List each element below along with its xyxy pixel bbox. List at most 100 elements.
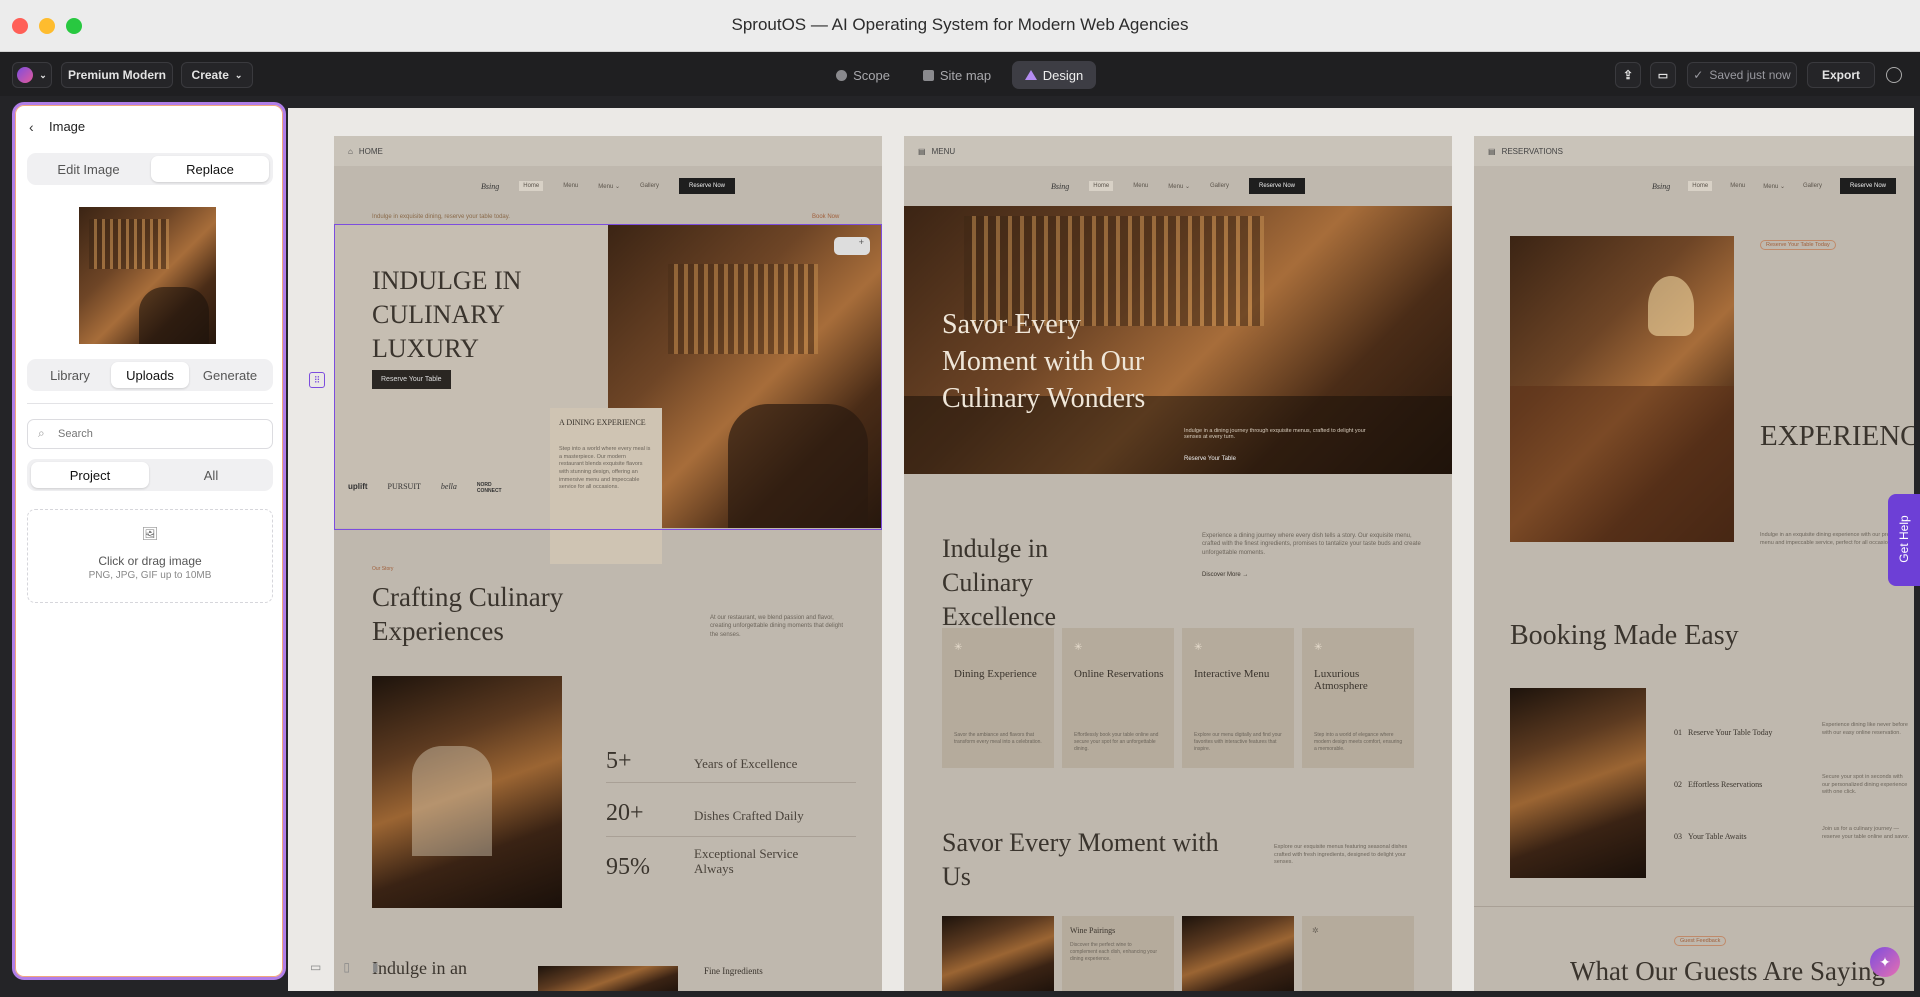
back-chevron-icon[interactable]: ‹	[29, 119, 34, 135]
desktop-icon[interactable]: ▭	[310, 960, 321, 974]
image-side-panel: ‹ Image Edit Image Replace Library Uploa…	[12, 102, 286, 980]
bar-shelves-image-detail	[89, 219, 169, 269]
menu-hero-button[interactable]: Reserve Your Table	[1184, 456, 1236, 462]
saved-status: ✓ Saved just now	[1687, 62, 1797, 88]
dropzone-title: Click or drag image	[98, 554, 202, 568]
nav-item-menu[interactable]: Menu	[1730, 183, 1745, 189]
booking-title: Booking Made Easy	[1510, 620, 1739, 651]
tab-scope[interactable]: Scope	[828, 61, 898, 89]
step-number: 01	[1674, 728, 1682, 737]
reserve-now-button[interactable]: Reserve Now	[1248, 178, 1305, 194]
image-toolbar-chip[interactable]: +	[834, 237, 870, 255]
frame-header: ⌂ HOME	[334, 136, 882, 166]
tab-all[interactable]: All	[153, 462, 269, 488]
frame-label: RESERVATIONS	[1501, 146, 1563, 156]
tab-uploads[interactable]: Uploads	[111, 362, 189, 388]
nav-item-gallery[interactable]: Gallery	[640, 183, 659, 189]
search-input[interactable]: ⌕	[27, 419, 273, 449]
nav-item-gallery[interactable]: Gallery	[1210, 183, 1229, 189]
step-text: Join us for a culinary journey — reserve…	[1822, 826, 1910, 840]
create-menu-button[interactable]: Create ⌄	[181, 62, 253, 88]
reservations-hero-title: EXPERIENCE CULINARY LUXURY	[1760, 420, 1914, 452]
intro-text: Experience a dining journey where every …	[1202, 533, 1421, 556]
tab-edit-image[interactable]: Edit Image	[31, 156, 146, 182]
drag-handle-icon[interactable]: ⠿	[309, 372, 325, 388]
booth-image	[1510, 236, 1734, 542]
upload-dropzone[interactable]: 🖼︎ Click or drag image PNG, JPG, GIF up …	[27, 509, 273, 603]
booking-image	[1510, 688, 1646, 878]
chef-figure-detail	[412, 746, 492, 856]
feature-card: ✳ Dining Experience Savor the ambiance a…	[942, 628, 1054, 768]
nav-item-menu[interactable]: Menu	[1133, 183, 1148, 189]
step-item: 02 Effortless Reservations	[1674, 780, 1762, 789]
search-icon: ⌕	[38, 426, 45, 440]
frame-reservations[interactable]: ▤ RESERVATIONS Bsing Home Menu Menu ⌄ Gal…	[1474, 136, 1914, 991]
status-circle-icon[interactable]	[1886, 67, 1902, 83]
settings-icon: ✲	[1312, 926, 1319, 935]
menu-hero-text: Indulge in a dining journey through exqu…	[1184, 428, 1366, 440]
divider	[27, 403, 273, 404]
search-field[interactable]	[58, 425, 258, 443]
get-help-label: Get Help	[1897, 515, 1911, 563]
tablet-icon[interactable]: ▯	[343, 960, 350, 974]
tab-generate[interactable]: Generate	[191, 362, 269, 388]
pendant-lamp-detail	[1648, 276, 1694, 336]
tab-site-map[interactable]: Site map	[913, 61, 1001, 89]
comments-button[interactable]: ▭	[1650, 62, 1676, 88]
menu-nav: Bsing Home Menu Menu ⌄ Gallery Reserve N…	[904, 166, 1452, 206]
device-switcher: ▭ ▯ ▮	[298, 952, 416, 982]
nav-item-gallery[interactable]: Gallery	[1803, 183, 1822, 189]
tab-label: Design	[1042, 67, 1084, 83]
story-title: Crafting Culinary Experiences	[372, 582, 564, 646]
divider	[606, 782, 856, 783]
wine-card: Wine Pairings Discover the perfect wine …	[1062, 916, 1174, 991]
workspace-menu-button[interactable]: ⌄	[12, 62, 52, 88]
saved-label: Saved just now	[1709, 68, 1791, 82]
nav-item-home[interactable]: Home	[519, 181, 544, 191]
nav-item-menu[interactable]: Menu	[563, 183, 578, 189]
tab-design[interactable]: Design	[1012, 61, 1096, 89]
sparkle-icon: ✳	[1194, 642, 1203, 653]
nav-item-menu-dropdown[interactable]: Menu ⌄	[598, 183, 620, 190]
circle-icon	[836, 69, 848, 81]
nav-item-home[interactable]: Home	[1688, 181, 1713, 191]
ai-assistant-button[interactable]: ✦	[1870, 947, 1900, 977]
card-text: Explore our menu digitally and find your…	[1194, 732, 1282, 752]
nav-item-home[interactable]: Home	[1089, 181, 1114, 191]
mobile-icon[interactable]: ▮	[372, 960, 379, 974]
next-section-label: Fine Ingredients	[704, 966, 763, 976]
next-section-image	[538, 966, 678, 991]
design-canvas[interactable]: ⌂ HOME Bsing Home Menu Menu ⌄ Gallery Res…	[288, 108, 1914, 991]
chef-image	[372, 676, 562, 908]
diners-image-detail	[139, 287, 209, 344]
divider	[1474, 906, 1914, 907]
discover-more-link[interactable]: Discover More →	[1202, 572, 1248, 578]
sitemap-icon	[922, 69, 934, 81]
announcement-link[interactable]: Book Now	[812, 214, 839, 220]
nav-item-menu-dropdown[interactable]: Menu ⌄	[1168, 183, 1190, 190]
frame-header: ▤ MENU	[904, 136, 1452, 166]
frame-home[interactable]: ⌂ HOME Bsing Home Menu Menu ⌄ Gallery Res…	[334, 136, 882, 991]
nav-item-menu-dropdown[interactable]: Menu ⌄	[1763, 183, 1785, 190]
tab-replace[interactable]: Replace	[151, 156, 269, 182]
frame-menu[interactable]: ▤ MENU Bsing Home Menu Menu ⌄ Gallery Res…	[904, 136, 1452, 991]
feedback-title: What Our Guests Are Saying	[1570, 956, 1885, 986]
sparkle-icon: ✳	[1314, 642, 1323, 653]
sparkle-icon: ✳	[1074, 642, 1083, 653]
project-name-button[interactable]: Premium Modern	[61, 62, 173, 88]
share-button[interactable]: ⇪	[1615, 62, 1641, 88]
story-tag: Our Story	[372, 566, 394, 572]
step-title: Your Table Awaits	[1688, 832, 1747, 841]
reserve-now-button[interactable]: Reserve Now	[1839, 178, 1896, 194]
card-title: Interactive Menu	[1194, 668, 1270, 680]
stat-value: 5+	[606, 748, 632, 774]
export-button[interactable]: Export	[1807, 62, 1875, 88]
placeholder-card: ✲	[1302, 916, 1414, 991]
tab-library[interactable]: Library	[31, 362, 109, 388]
logo: Bsing	[481, 181, 500, 191]
reserve-now-button[interactable]: Reserve Now	[678, 178, 735, 194]
tab-project[interactable]: Project	[31, 462, 149, 488]
logo-bella: bella	[440, 482, 457, 491]
avatar	[17, 67, 34, 83]
get-help-tab[interactable]: Get Help	[1888, 494, 1920, 586]
